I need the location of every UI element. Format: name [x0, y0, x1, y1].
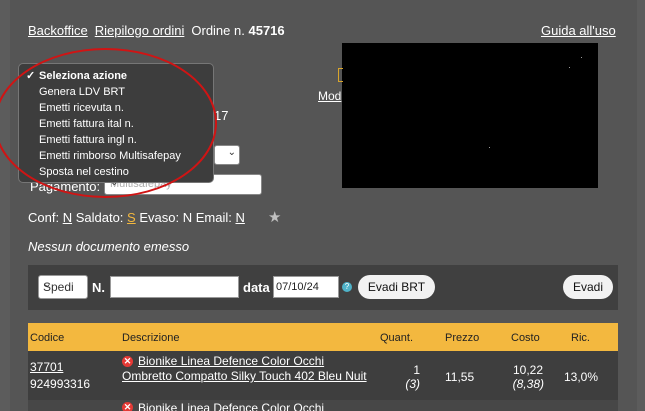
- order-label: Ordine n.: [191, 23, 245, 38]
- menu-item-emetti-ricevuta[interactable]: Emetti ricevuta n.: [19, 100, 213, 116]
- status-select[interactable]: ⌄: [214, 145, 240, 165]
- number-fragment: 17: [214, 108, 229, 123]
- menu-item-sposta-cestino[interactable]: Sposta nel cestino: [19, 164, 213, 180]
- product-code-link[interactable]: 37701: [30, 360, 63, 374]
- product-description-link[interactable]: Bionike Linea Defence Color Occhi Ombret…: [122, 354, 377, 384]
- price: 11,55: [445, 370, 475, 384]
- no-document-message: Nessun documento emesso: [28, 239, 190, 254]
- order-number: 45716: [248, 23, 285, 38]
- question-icon[interactable]: ?: [342, 282, 352, 292]
- col-prezzo: Prezzo: [445, 332, 480, 344]
- star-icon[interactable]: ★: [268, 208, 281, 226]
- col-ricarico: Ric.: [571, 332, 590, 344]
- checkmark-icon: ✓: [26, 70, 36, 82]
- col-descrizione: Descrizione: [122, 332, 180, 344]
- menu-item-seleziona-azione[interactable]: ✓ Seleziona azione: [19, 68, 213, 84]
- shipping-method-select[interactable]: Spedi ⌄: [38, 275, 88, 299]
- remove-icon[interactable]: ✕: [122, 402, 133, 411]
- cost-net: (8,38): [512, 377, 544, 391]
- conf-label: Conf:: [28, 210, 60, 225]
- modify-link[interactable]: Mod: [318, 89, 341, 103]
- chevron-down-icon: ⌄: [43, 279, 52, 290]
- top-navigation: Backoffice Riepilogo ordini Ordine n. 4571…: [28, 23, 285, 38]
- shipping-bar: Spedi ⌄ N. data 07/10/24 ? Evadi BRT Eva…: [28, 265, 618, 310]
- col-costo: Costo: [511, 332, 540, 344]
- date-label: data: [243, 280, 270, 295]
- product-description-link[interactable]: Bionike Linea Defence Color Occhi: [138, 401, 324, 411]
- backoffice-link[interactable]: Backoffice: [28, 23, 88, 38]
- date-value: 07/10/24: [276, 281, 319, 293]
- chevron-down-icon: ⌄: [227, 147, 236, 158]
- email-value[interactable]: N: [235, 210, 244, 225]
- col-quantita: Quant.: [380, 332, 414, 344]
- customer-info-panel: [342, 43, 598, 188]
- evadi-button[interactable]: Evadi: [563, 275, 613, 299]
- riepilogo-ordini-link[interactable]: Riepilogo ordini: [95, 23, 185, 38]
- conf-value[interactable]: N: [63, 210, 72, 225]
- col-codice: Codice: [30, 332, 65, 344]
- quantity-stock: (3): [405, 377, 420, 391]
- date-input[interactable]: 07/10/24: [273, 276, 339, 298]
- guide-link[interactable]: Guida all'uso: [541, 23, 616, 38]
- evaso-label: Evaso:: [139, 210, 180, 225]
- menu-item-emetti-fattura-ingl[interactable]: Emetti fattura ingl n.: [19, 132, 213, 148]
- tracking-number-label: N.: [92, 280, 105, 295]
- email-label: Email:: [195, 210, 232, 225]
- menu-item-genera-ldv-brt[interactable]: Genera LDV BRT: [19, 84, 213, 100]
- saldato-label: Saldato:: [75, 210, 124, 225]
- menu-item-emetti-fattura-ital[interactable]: Emetti fattura ital n.: [19, 116, 213, 132]
- table-row: ✕ Bionike Linea Defence Color Occhi: [28, 400, 618, 411]
- product-ean: 924993316: [30, 377, 91, 391]
- menu-item-emetti-rimborso[interactable]: Emetti rimborso Multisafepay: [19, 148, 213, 164]
- order-status-line: Conf: N Saldato: S Evaso: N Email: N: [28, 210, 245, 225]
- tracking-number-input[interactable]: [110, 276, 239, 298]
- bracket-mark: [338, 68, 343, 82]
- order-items-table-header: Codice Descrizione Quant. Prezzo Costo R…: [28, 323, 618, 351]
- table-row: 37701 924993316 ✕ Bionike Linea Defence …: [28, 351, 618, 400]
- evadi-brt-button[interactable]: Evadi BRT: [358, 275, 435, 299]
- cost: 10,22: [512, 363, 543, 377]
- markup: 13,0%: [564, 370, 599, 384]
- quantity: 1: [413, 363, 420, 377]
- action-dropdown-menu[interactable]: ✓ Seleziona azione Genera LDV BRT Emetti …: [18, 63, 214, 183]
- evaso-value: N: [182, 210, 193, 225]
- saldato-value[interactable]: S: [127, 210, 136, 225]
